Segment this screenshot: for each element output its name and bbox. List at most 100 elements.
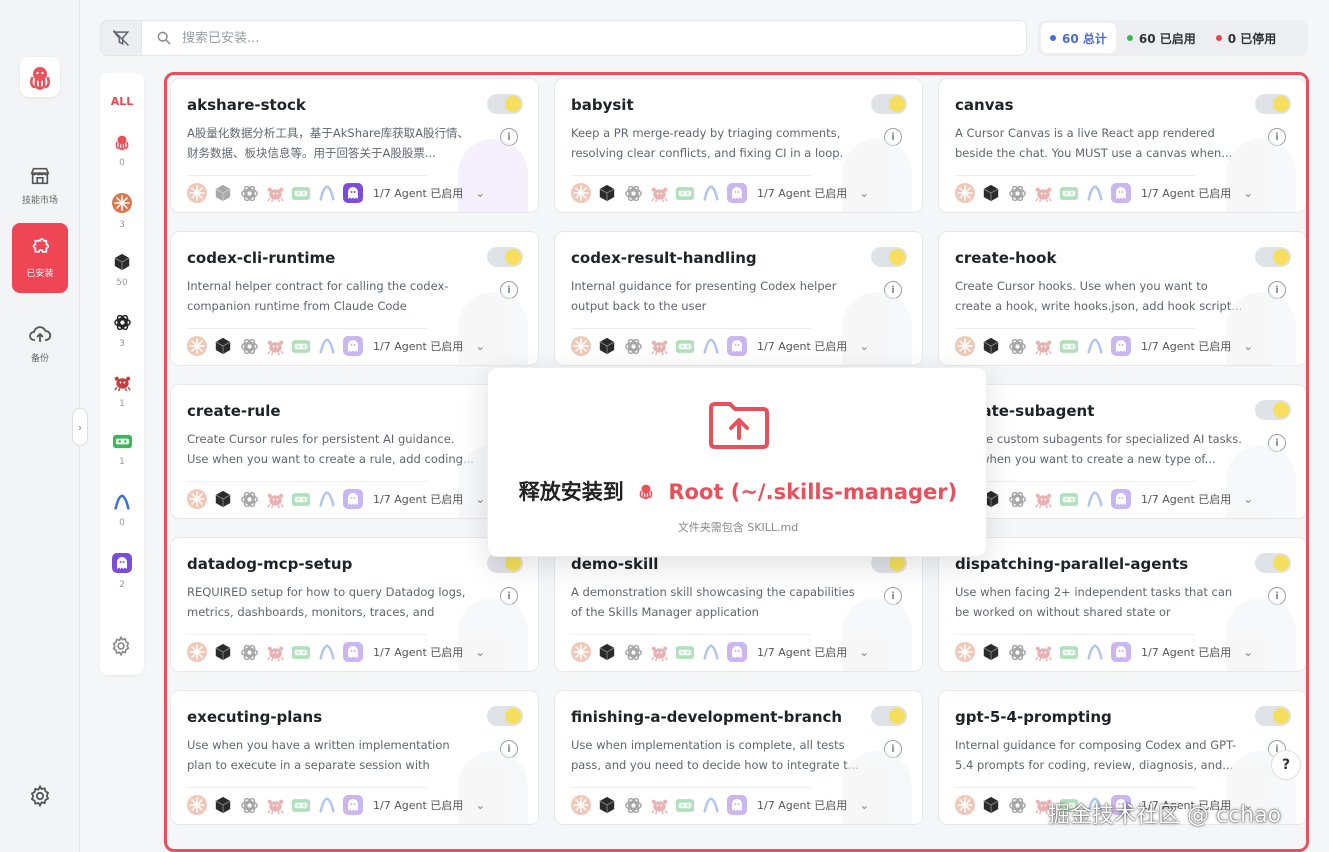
chevron-down-icon[interactable]: ⌄ bbox=[475, 339, 485, 353]
terminal-bot-icon[interactable] bbox=[291, 336, 311, 356]
antigravity-icon[interactable] bbox=[317, 642, 337, 662]
agent-filter-all[interactable]: ALL bbox=[102, 79, 142, 123]
cursor-icon[interactable] bbox=[213, 795, 233, 815]
openai-icon[interactable] bbox=[1007, 642, 1027, 662]
ghost-icon[interactable] bbox=[343, 642, 363, 662]
cursor-icon[interactable] bbox=[597, 795, 617, 815]
openai-icon[interactable] bbox=[623, 642, 643, 662]
claude-icon[interactable] bbox=[187, 183, 207, 203]
ghost-icon[interactable] bbox=[1111, 183, 1131, 203]
claude-icon[interactable] bbox=[955, 795, 975, 815]
terminal-bot-icon[interactable] bbox=[1059, 183, 1079, 203]
agent-filter-terminal-bot[interactable]: 1 bbox=[102, 433, 142, 483]
terminal-bot-icon[interactable] bbox=[291, 183, 311, 203]
claude-icon[interactable] bbox=[955, 642, 975, 662]
skill-card[interactable]: babysit Keep a PR merge-ready by triaging… bbox=[554, 78, 923, 213]
terminal-bot-icon[interactable] bbox=[1059, 489, 1079, 509]
skill-card[interactable]: create-rule Create Cursor rules for persi… bbox=[170, 384, 539, 519]
skill-enable-toggle[interactable] bbox=[871, 247, 907, 267]
openai-icon[interactable] bbox=[239, 795, 259, 815]
skill-card[interactable]: datadog-mcp-setup REQUIRED setup for how … bbox=[170, 537, 539, 672]
ghost-icon[interactable] bbox=[343, 489, 363, 509]
terminal-bot-icon[interactable] bbox=[675, 795, 695, 815]
cursor-icon[interactable] bbox=[981, 642, 1001, 662]
antigravity-icon[interactable] bbox=[701, 336, 721, 356]
agent-filter-openai[interactable]: 3 bbox=[102, 313, 142, 363]
gemini-crab-icon[interactable] bbox=[265, 183, 285, 203]
claude-icon[interactable] bbox=[955, 183, 975, 203]
terminal-bot-icon[interactable] bbox=[291, 642, 311, 662]
skill-enable-toggle[interactable] bbox=[1255, 247, 1291, 267]
skill-enable-toggle[interactable] bbox=[487, 706, 523, 726]
cursor-icon[interactable] bbox=[597, 642, 617, 662]
gemini-crab-icon[interactable] bbox=[1033, 489, 1053, 509]
claude-icon[interactable] bbox=[571, 336, 591, 356]
agent-filter-antigravity[interactable]: 0 bbox=[102, 493, 142, 543]
cursor-icon[interactable] bbox=[981, 336, 1001, 356]
gemini-crab-icon[interactable] bbox=[265, 642, 285, 662]
terminal-bot-icon[interactable] bbox=[675, 336, 695, 356]
antigravity-icon[interactable] bbox=[1085, 336, 1105, 356]
terminal-bot-icon[interactable] bbox=[1059, 642, 1079, 662]
ghost-icon[interactable] bbox=[727, 795, 747, 815]
cursor-icon[interactable] bbox=[213, 642, 233, 662]
chevron-down-icon[interactable]: ⌄ bbox=[1243, 492, 1253, 506]
chevron-down-icon[interactable]: ⌄ bbox=[859, 798, 869, 812]
cursor-icon[interactable] bbox=[981, 795, 1001, 815]
agent-filter-octopus[interactable]: 0 bbox=[102, 133, 142, 183]
chevron-down-icon[interactable]: ⌄ bbox=[859, 339, 869, 353]
ghost-icon[interactable] bbox=[343, 795, 363, 815]
skill-card[interactable]: dispatching-parallel-agents Use when faci… bbox=[938, 537, 1306, 672]
chevron-down-icon[interactable]: ⌄ bbox=[475, 492, 485, 506]
skill-enable-toggle[interactable] bbox=[1255, 94, 1291, 114]
openai-icon[interactable] bbox=[623, 336, 643, 356]
claude-icon[interactable] bbox=[571, 795, 591, 815]
chevron-down-icon[interactable]: ⌄ bbox=[859, 645, 869, 659]
cursor-icon[interactable] bbox=[213, 489, 233, 509]
claude-icon[interactable] bbox=[955, 336, 975, 356]
cursor-icon[interactable] bbox=[597, 183, 617, 203]
openai-icon[interactable] bbox=[1007, 795, 1027, 815]
agent-settings-button[interactable] bbox=[110, 635, 134, 659]
antigravity-icon[interactable] bbox=[317, 336, 337, 356]
agent-filter-claude[interactable]: 3 bbox=[102, 193, 142, 243]
openai-icon[interactable] bbox=[239, 336, 259, 356]
nav-marketplace[interactable]: 技能市场 bbox=[12, 150, 68, 220]
nav-installed[interactable]: 已安装 bbox=[12, 223, 68, 293]
claude-icon[interactable] bbox=[187, 489, 207, 509]
skill-card[interactable]: akshare-stock A股量化数据分析工具，基于AkShare库获取A股行情… bbox=[170, 78, 539, 213]
chevron-down-icon[interactable]: ⌄ bbox=[475, 645, 485, 659]
ghost-icon[interactable] bbox=[1111, 642, 1131, 662]
skill-card[interactable]: finishing-a-development-branch Use when i… bbox=[554, 690, 923, 825]
ghost-icon[interactable] bbox=[727, 642, 747, 662]
gemini-crab-icon[interactable] bbox=[649, 795, 669, 815]
help-button[interactable]: ? bbox=[1271, 750, 1301, 780]
antigravity-icon[interactable] bbox=[1085, 489, 1105, 509]
antigravity-icon[interactable] bbox=[1085, 642, 1105, 662]
stat-total[interactable]: 60 总计 bbox=[1041, 23, 1116, 53]
ghost-icon[interactable] bbox=[343, 336, 363, 356]
terminal-bot-icon[interactable] bbox=[1059, 336, 1079, 356]
skill-enable-toggle[interactable] bbox=[871, 706, 907, 726]
gemini-crab-icon[interactable] bbox=[265, 336, 285, 356]
claude-icon[interactable] bbox=[187, 642, 207, 662]
openai-icon[interactable] bbox=[239, 642, 259, 662]
antigravity-icon[interactable] bbox=[701, 183, 721, 203]
gemini-crab-icon[interactable] bbox=[1033, 336, 1053, 356]
chevron-down-icon[interactable]: ⌄ bbox=[859, 186, 869, 200]
nav-backup[interactable]: 备份 bbox=[12, 308, 68, 378]
gemini-crab-icon[interactable] bbox=[1033, 642, 1053, 662]
skill-card[interactable]: executing-plans Use when you have a writt… bbox=[170, 690, 539, 825]
skill-enable-toggle[interactable] bbox=[1255, 400, 1291, 420]
clear-filter-button[interactable] bbox=[100, 20, 142, 56]
terminal-bot-icon[interactable] bbox=[675, 642, 695, 662]
gemini-crab-icon[interactable] bbox=[265, 489, 285, 509]
chevron-down-icon[interactable]: ⌄ bbox=[1243, 339, 1253, 353]
skill-card[interactable]: codex-result-handling Internal guidance f… bbox=[554, 231, 923, 366]
terminal-bot-icon[interactable] bbox=[675, 183, 695, 203]
openai-icon[interactable] bbox=[623, 183, 643, 203]
ghost-icon[interactable] bbox=[727, 183, 747, 203]
skill-card[interactable]: codex-cli-runtime Internal helper contrac… bbox=[170, 231, 539, 366]
stat-disabled[interactable]: 0 已停用 bbox=[1207, 23, 1286, 53]
antigravity-icon[interactable] bbox=[701, 642, 721, 662]
